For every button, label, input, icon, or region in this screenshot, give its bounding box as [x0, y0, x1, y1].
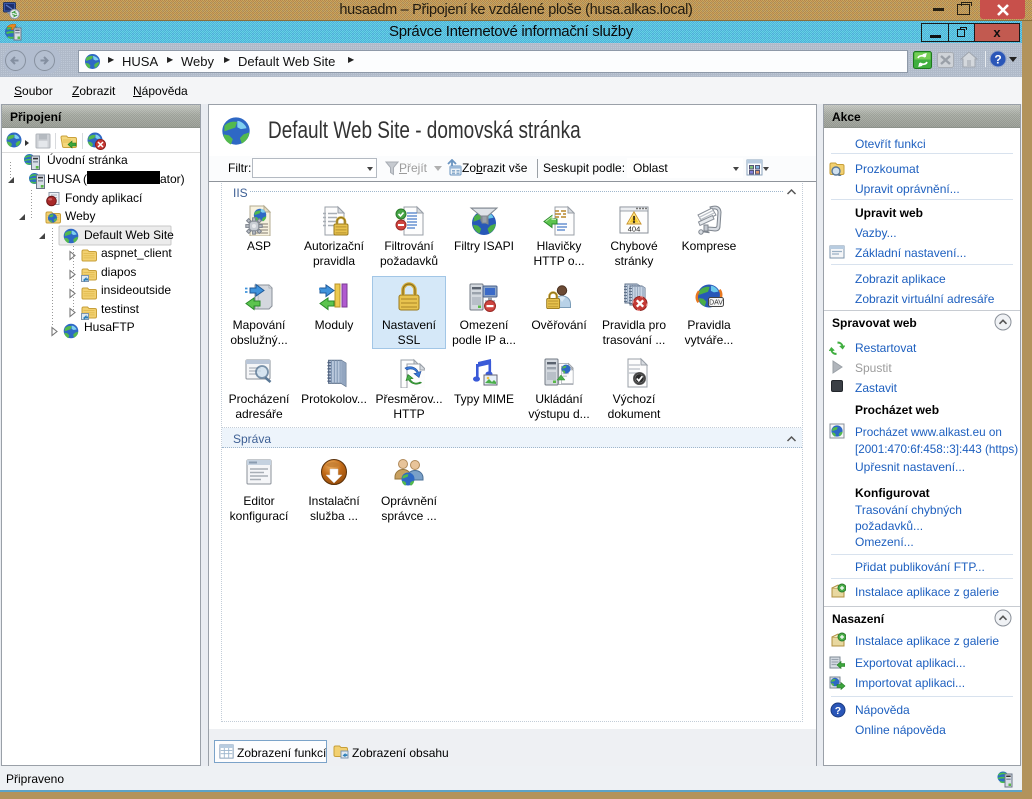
svg-text:?: ? [994, 53, 1001, 67]
